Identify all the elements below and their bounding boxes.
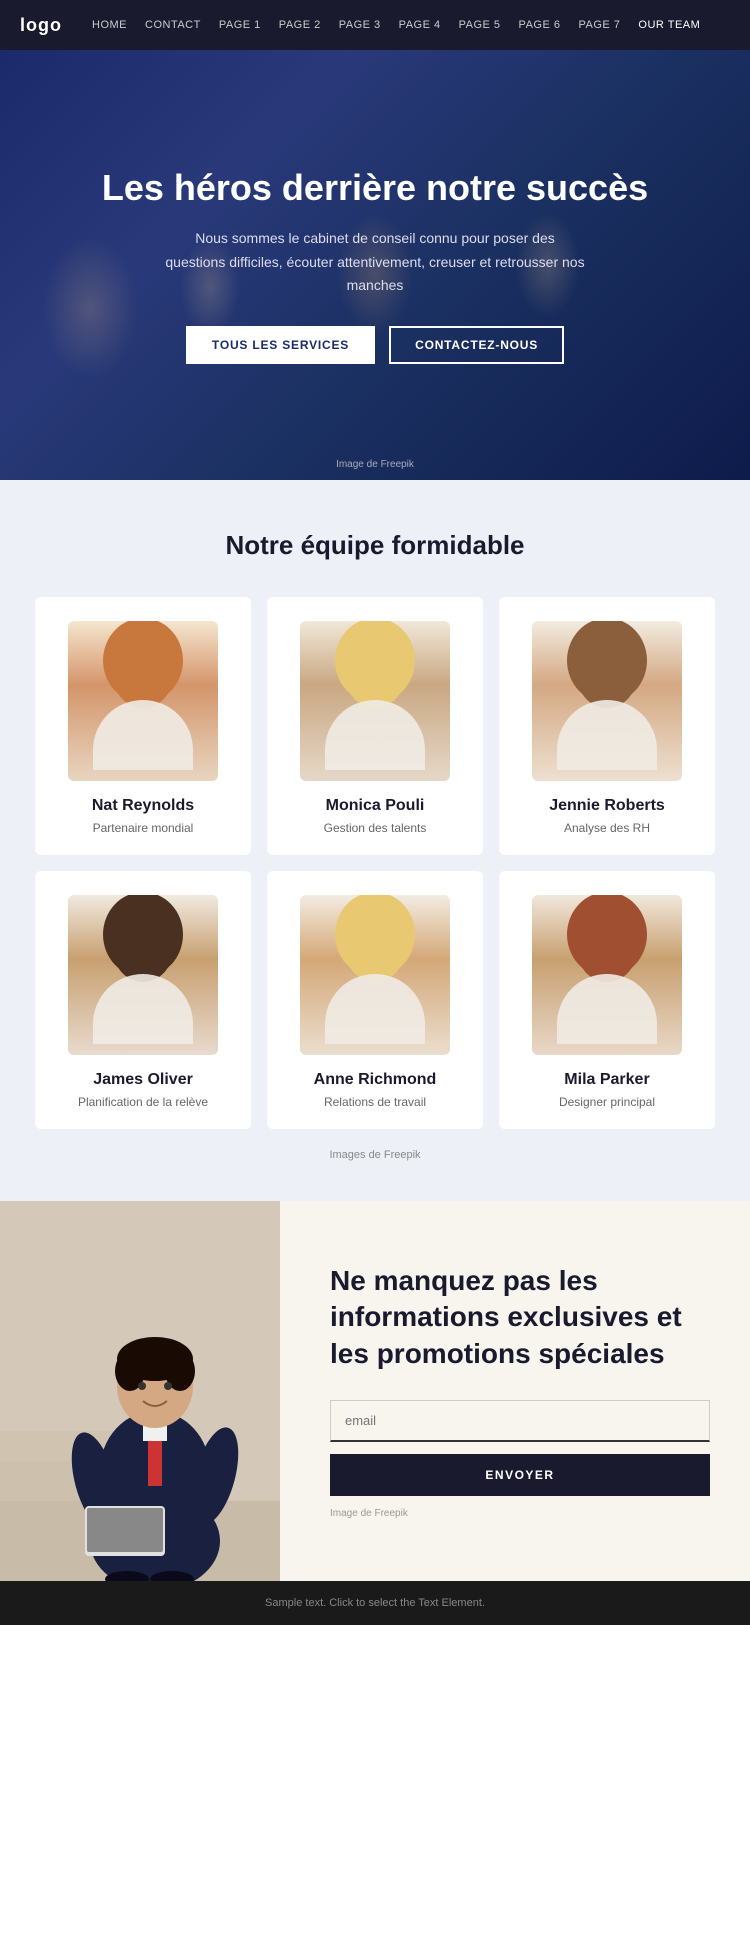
team-card-nat: Nat Reynolds Partenaire mondial [35,597,251,855]
avatar-head-jennie [577,643,637,708]
services-button[interactable]: TOUS LES SERVICES [186,326,375,364]
freepik-link-newsletter[interactable]: Freepik [374,1508,407,1519]
newsletter-attribution: Image de Freepik [330,1508,710,1519]
member-name-james: James Oliver [93,1071,193,1089]
newsletter-content: Ne manquez pas les informations exclusiv… [280,1223,750,1559]
send-button[interactable]: ENVOYER [330,1454,710,1496]
member-name-mila: Mila Parker [564,1071,649,1089]
member-name-monica: Monica Pouli [326,797,425,815]
member-name-nat: Nat Reynolds [92,797,194,815]
hero-title: Les héros derrière notre succès [102,166,648,209]
nav-home[interactable]: HOME [92,19,127,31]
newsletter-person-image [0,1201,280,1581]
footer-text: Sample text. Click to select the Text El… [265,1597,485,1609]
team-attribution: Images de Freepik [30,1149,720,1161]
team-photo-anne [300,895,450,1055]
contact-button[interactable]: CONTACTEZ-NOUS [389,326,564,364]
footer: Sample text. Click to select the Text El… [0,1581,750,1625]
nav-page4[interactable]: PAGE 4 [399,19,441,31]
nav-logo[interactable]: logo [20,15,62,36]
avatar-monica [300,621,450,781]
team-photo-nat [68,621,218,781]
hero-attribution: Image de Freepik [336,459,414,470]
hero-content: Les héros derrière notre succès Nous som… [42,166,708,365]
nav-page2[interactable]: PAGE 2 [279,19,321,31]
team-card-james: James Oliver Planification de la relève [35,871,251,1129]
newsletter-title: Ne manquez pas les informations exclusiv… [330,1263,710,1372]
avatar-head-mila [577,917,637,982]
member-role-monica: Gestion des talents [324,821,427,835]
nav-links: HOME CONTACT PAGE 1 PAGE 2 PAGE 3 PAGE 4… [92,19,700,31]
navbar: logo HOME CONTACT PAGE 1 PAGE 2 PAGE 3 P… [0,0,750,50]
team-card-mila: Mila Parker Designer principal [499,871,715,1129]
member-name-anne: Anne Richmond [314,1071,437,1089]
team-photo-james [68,895,218,1055]
newsletter-section: Ne manquez pas les informations exclusiv… [0,1201,750,1581]
avatar-mila [532,895,682,1055]
member-name-jennie: Jennie Roberts [549,797,665,815]
nav-page6[interactable]: PAGE 6 [519,19,561,31]
nav-our-team[interactable]: OUR TEAM [638,19,700,31]
team-photo-mila [532,895,682,1055]
freepik-link-team[interactable]: Freepik [384,1149,421,1161]
member-role-mila: Designer principal [559,1095,655,1109]
avatar-body-mila [557,974,657,1044]
avatar-head-nat [113,643,173,708]
team-card-jennie: Jennie Roberts Analyse des RH [499,597,715,855]
member-role-james: Planification de la relève [78,1095,208,1109]
member-role-jennie: Analyse des RH [564,821,650,835]
person-suit [0,1201,280,1581]
avatar-head-james [113,917,173,982]
avatar-head-anne [345,917,405,982]
nav-page3[interactable]: PAGE 3 [339,19,381,31]
team-section: Notre équipe formidable Nat Reynolds Par… [0,480,750,1201]
member-role-anne: Relations de travail [324,1095,426,1109]
email-input[interactable] [330,1400,710,1442]
team-card-monica: Monica Pouli Gestion des talents [267,597,483,855]
team-photo-monica [300,621,450,781]
avatar-body-nat [93,700,193,770]
nav-page1[interactable]: PAGE 1 [219,19,261,31]
avatar-james [68,895,218,1055]
nav-page7[interactable]: PAGE 7 [578,19,620,31]
member-role-nat: Partenaire mondial [93,821,194,835]
avatar-nat [68,621,218,781]
team-card-anne: Anne Richmond Relations de travail [267,871,483,1129]
nav-contact[interactable]: CONTACT [145,19,201,31]
hero-section: Les héros derrière notre succès Nous som… [0,50,750,480]
team-photo-jennie [532,621,682,781]
avatar-body-anne [325,974,425,1044]
nav-page5[interactable]: PAGE 5 [459,19,501,31]
avatar-body-james [93,974,193,1044]
person-svg [0,1201,280,1581]
avatar-head-monica [345,643,405,708]
avatar-jennie [532,621,682,781]
avatar-anne [300,895,450,1055]
avatar-body-monica [325,700,425,770]
team-grid: Nat Reynolds Partenaire mondial Monica P… [35,597,715,1129]
avatar-body-jennie [557,700,657,770]
team-title: Notre équipe formidable [30,530,720,561]
freepik-link-hero[interactable]: Freepik [381,459,414,470]
hero-buttons: TOUS LES SERVICES CONTACTEZ-NOUS [102,326,648,364]
hero-subtitle: Nous sommes le cabinet de conseil connu … [165,227,585,298]
